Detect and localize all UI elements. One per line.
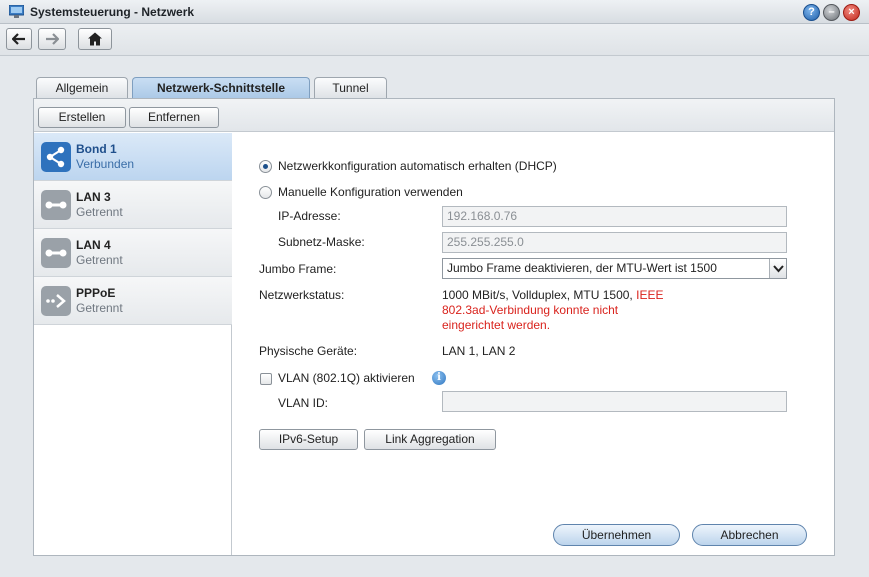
vlan-id-field[interactable] [442, 391, 787, 412]
jumbo-frame-select[interactable]: Jumbo Frame deaktivieren, der MTU-Wert i… [442, 258, 787, 279]
list-item-pppoe[interactable]: PPPoE Getrennt [34, 277, 232, 325]
dhcp-radio[interactable] [259, 160, 272, 173]
toolbar [0, 24, 869, 56]
dhcp-label: Netzwerkkonfiguration automatisch erhalt… [278, 159, 557, 173]
tab-allgemein[interactable]: Allgemein [36, 77, 128, 99]
vlan-id-label: VLAN ID: [278, 396, 329, 410]
ipv6-setup-button[interactable]: IPv6-Setup [259, 429, 358, 450]
interface-status: Getrennt [76, 253, 123, 267]
jumbo-frame-label: Jumbo Frame: [259, 262, 337, 276]
link-aggregation-button[interactable]: Link Aggregation [364, 429, 496, 450]
title-bar: Systemsteuerung - Netzwerk ? – × [0, 0, 869, 24]
home-icon [88, 32, 102, 46]
status-error-text: IEEE [636, 288, 664, 302]
interface-name: LAN 3 [76, 190, 111, 204]
interface-status: Getrennt [76, 301, 123, 315]
action-bar: Erstellen Entfernen [34, 99, 834, 132]
pppoe-icon [41, 286, 71, 316]
interface-name: LAN 4 [76, 238, 111, 252]
ip-address-label: IP-Adresse: [278, 209, 341, 223]
minimize-button[interactable]: – [823, 4, 840, 21]
apply-button[interactable]: Übernehmen [553, 524, 680, 546]
create-button[interactable]: Erstellen [38, 107, 126, 128]
bond-share-icon [41, 142, 71, 172]
help-icon: ? [808, 6, 815, 18]
control-panel-icon [9, 5, 24, 18]
vlan-label: VLAN (802.1Q) aktivieren [278, 371, 415, 385]
lan-disconnected-icon [41, 238, 71, 268]
ip-address-field[interactable]: 192.168.0.76 [442, 206, 787, 227]
help-button[interactable]: ? [803, 4, 820, 21]
interface-name: PPPoE [76, 286, 116, 300]
interface-settings: Netzwerkkonfiguration automatisch erhalt… [238, 133, 834, 555]
close-button[interactable]: × [843, 4, 860, 21]
physical-devices-label: Physische Geräte: [259, 344, 358, 358]
status-text: 1000 MBit/s, Vollduplex, MTU 1500, [442, 288, 633, 302]
list-item-lan-3[interactable]: LAN 3 Getrennt [34, 181, 232, 229]
status-error-text: eingerichtet werden. [442, 318, 551, 332]
tab-netzwerk-schnittstelle[interactable]: Netzwerk-Schnittstelle [132, 77, 310, 100]
minimize-icon: – [828, 6, 835, 18]
back-button[interactable] [6, 28, 32, 50]
list-item-bond-1[interactable]: Bond 1 Verbunden [34, 133, 232, 181]
arrow-right-icon [46, 33, 59, 45]
subnet-mask-field[interactable]: 255.255.255.0 [442, 232, 787, 253]
forward-button[interactable] [38, 28, 66, 50]
physical-devices-value: LAN 1, LAN 2 [442, 344, 516, 358]
network-status-value: 1000 MBit/s, Vollduplex, MTU 1500, IEEE … [442, 288, 663, 333]
tab-tunnel[interactable]: Tunnel [314, 77, 387, 99]
interface-name: Bond 1 [76, 142, 117, 156]
close-icon: × [848, 6, 855, 18]
home-button[interactable] [78, 28, 112, 50]
interface-list: Bond 1 Verbunden LAN 3 Getrennt LAN 4 Ge… [34, 133, 232, 555]
list-item-lan-4[interactable]: LAN 4 Getrennt [34, 229, 232, 277]
manual-config-label: Manuelle Konfiguration verwenden [278, 185, 463, 199]
interface-status: Verbunden [76, 157, 135, 171]
chevron-down-icon [769, 259, 786, 278]
window-title: Systemsteuerung - Netzwerk [30, 5, 195, 19]
subnet-mask-label: Subnetz-Maske: [278, 235, 365, 249]
info-icon[interactable]: i [432, 371, 446, 385]
network-status-label: Netzwerkstatus: [259, 288, 345, 302]
interface-status: Getrennt [76, 205, 123, 219]
jumbo-frame-value: Jumbo Frame deaktivieren, der MTU-Wert i… [447, 261, 717, 275]
cancel-button[interactable]: Abbrechen [692, 524, 807, 546]
remove-button[interactable]: Entfernen [129, 107, 219, 128]
vlan-checkbox[interactable] [260, 373, 272, 385]
lan-disconnected-icon [41, 190, 71, 220]
status-error-text: 802.3ad-Verbindung konnte nicht [442, 303, 619, 317]
arrow-left-icon [12, 33, 25, 45]
manual-config-radio[interactable] [259, 186, 272, 199]
